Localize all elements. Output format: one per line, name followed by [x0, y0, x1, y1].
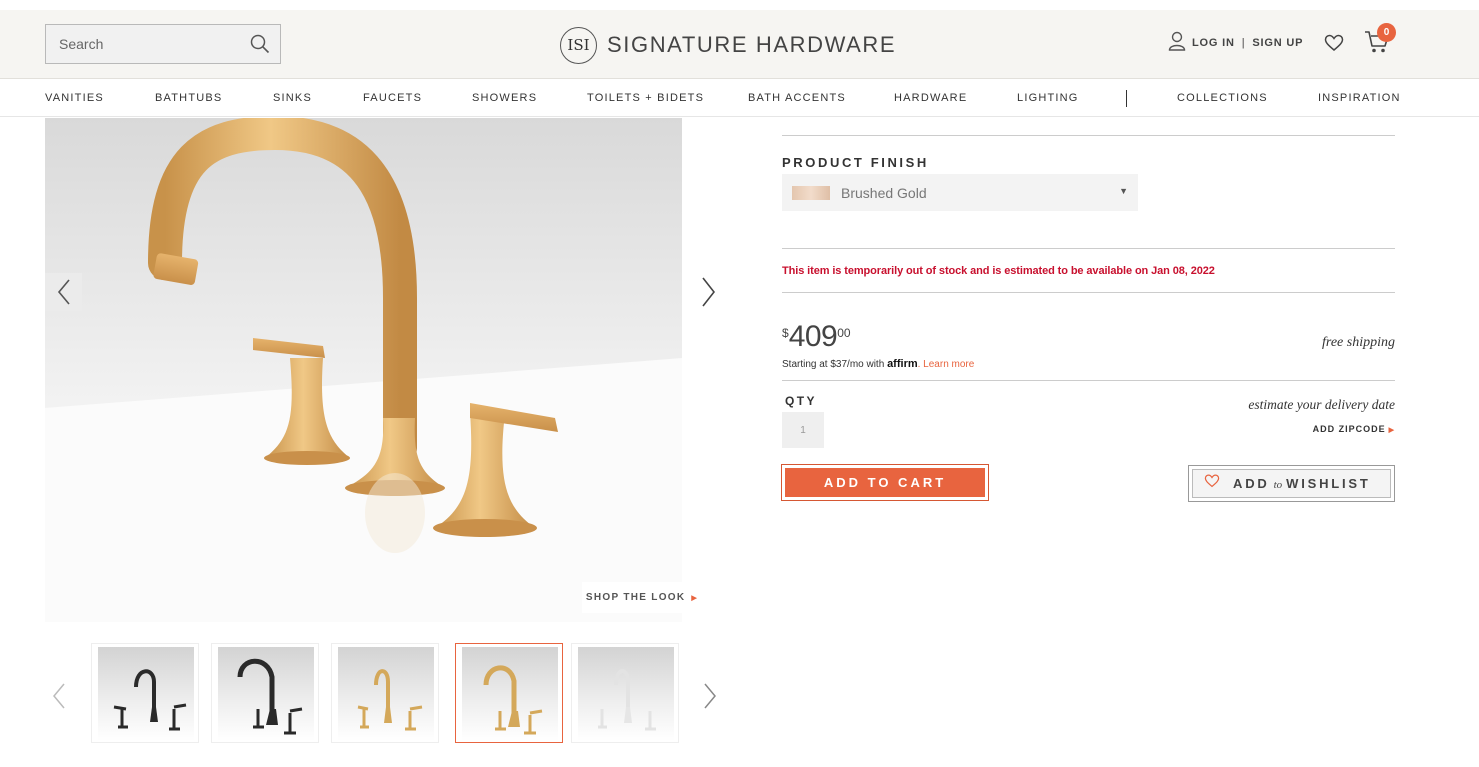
add-zipcode-link[interactable]: ADD ZIPCODE ▶ — [1290, 424, 1395, 434]
product-price: $ 409 00 — [782, 322, 851, 352]
nav-item-faucets[interactable]: FAUCETS — [363, 92, 422, 104]
nav-item-vanities[interactable]: VANITIES — [45, 92, 104, 104]
free-shipping-label: free shipping — [1322, 335, 1395, 350]
wishlist-label: ADD to WISHLIST — [1233, 476, 1371, 491]
financing-info: Starting at $37/mo with affirm. Learn mo… — [782, 358, 974, 370]
learn-more-link[interactable]: . Learn more — [918, 359, 975, 370]
chevron-right-icon — [704, 683, 716, 709]
cart-count-badge: 0 — [1377, 23, 1396, 42]
brand-name: SIGNATURE HARDWARE — [607, 32, 897, 57]
thumbnail-next-button[interactable] — [703, 683, 717, 714]
thumbnail-2[interactable] — [211, 643, 319, 743]
estimate-delivery-label: estimate your delivery date — [1248, 397, 1395, 412]
add-to-wishlist-button[interactable]: ADD to WISHLIST — [1188, 465, 1395, 502]
thumbnail-strip — [45, 643, 725, 745]
nav-item-inspiration[interactable]: INSPIRATION — [1318, 92, 1401, 104]
product-finish-label: PRODUCT FINISH — [782, 155, 929, 170]
nav-divider — [1126, 90, 1127, 107]
shop-the-look-button[interactable]: SHOP THE LOOK ▶ — [582, 582, 702, 613]
search-input[interactable] — [46, 25, 236, 63]
search-box[interactable] — [45, 24, 281, 64]
image-next-button[interactable] — [695, 275, 721, 309]
financing-prefix: Starting at $37/mo with — [782, 359, 885, 370]
add-zipcode-label: ADD ZIPCODE — [1312, 424, 1386, 434]
product-main-image — [45, 118, 682, 622]
chevron-left-icon — [57, 279, 70, 305]
nav-item-sinks[interactable]: SINKS — [273, 92, 312, 104]
thumbnail-1[interactable] — [91, 643, 199, 743]
nav-item-collections[interactable]: COLLECTIONS — [1177, 92, 1268, 104]
thumbnail-3[interactable] — [331, 643, 439, 743]
nav-item-bathtubs[interactable]: BATHTUBS — [155, 92, 222, 104]
divider-rule — [782, 248, 1395, 249]
price-cents: 00 — [837, 326, 851, 340]
nav-item-toilets-bidets[interactable]: TOILETS + BIDETS — [587, 92, 704, 104]
heart-icon[interactable] — [1324, 34, 1344, 57]
out-of-stock-message: This item is temporarily out of stock an… — [782, 265, 1215, 277]
brand-logo[interactable]: ISI SIGNATURE HARDWARE — [560, 26, 896, 64]
nav-item-showers[interactable]: SHOWERS — [472, 92, 537, 104]
divider-rule — [782, 292, 1395, 293]
thumbnail-4-selected[interactable] — [455, 643, 563, 743]
account-separator: | — [1241, 36, 1246, 49]
image-prev-button[interactable] — [45, 273, 82, 311]
brand-mark: ISI — [560, 26, 597, 64]
heart-icon — [1204, 474, 1220, 493]
nav-item-hardware[interactable]: HARDWARE — [894, 92, 967, 104]
wishlist-to: to — [1273, 479, 1283, 491]
login-link[interactable]: LOG IN — [1192, 37, 1235, 49]
price-currency: $ — [782, 326, 789, 340]
wishlist-word: WISHLIST — [1286, 476, 1371, 491]
triangle-right-icon: ▶ — [691, 594, 699, 602]
caret-down-icon: ▼ — [1119, 186, 1128, 196]
thumbnail-5[interactable] — [571, 643, 679, 743]
nav-item-lighting[interactable]: LIGHTING — [1017, 92, 1079, 104]
divider-rule — [782, 380, 1395, 381]
account-links: LOG IN | SIGN UP — [1168, 31, 1303, 54]
signup-link[interactable]: SIGN UP — [1252, 37, 1303, 49]
main-navigation: VANITIES BATHTUBS SINKS FAUCETS SHOWERS … — [0, 80, 1479, 117]
finish-swatch — [792, 185, 830, 200]
affirm-logo: affirm — [887, 358, 918, 370]
nav-item-bath-accents[interactable]: BATH ACCENTS — [748, 92, 846, 104]
qty-input[interactable] — [782, 412, 824, 448]
site-header: ISI SIGNATURE HARDWARE LOG IN | SIGN UP … — [0, 10, 1479, 79]
top-strip — [0, 0, 1479, 10]
qty-label: QTY — [785, 394, 817, 408]
wishlist-add: ADD — [1233, 476, 1270, 491]
shop-the-look-label: SHOP THE LOOK — [585, 592, 686, 603]
price-dollars: 409 — [788, 320, 838, 353]
user-icon[interactable] — [1168, 31, 1186, 54]
divider-rule — [782, 135, 1395, 136]
finish-dropdown[interactable]: Brushed Gold ▼ — [782, 174, 1138, 211]
finish-selected-value: Brushed Gold — [841, 184, 927, 201]
add-to-cart-button[interactable]: ADD TO CART — [781, 464, 989, 501]
triangle-right-icon: ▶ — [1388, 427, 1395, 434]
chevron-right-icon — [702, 277, 715, 307]
search-icon[interactable] — [250, 34, 270, 54]
